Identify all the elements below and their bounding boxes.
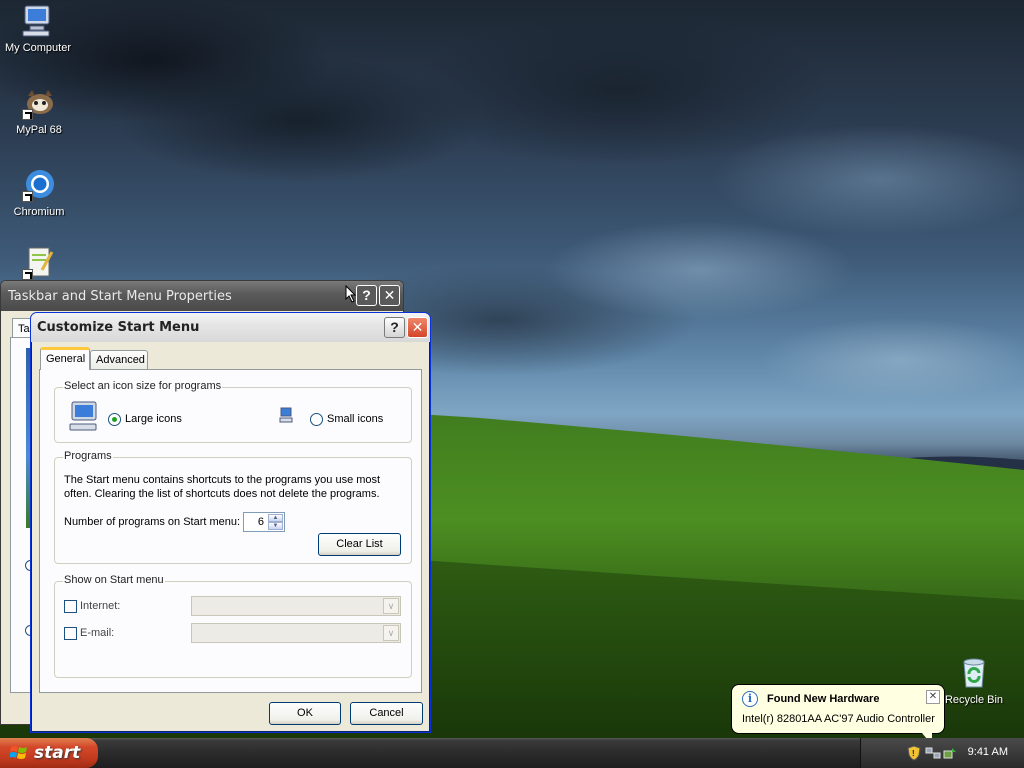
large-icon-preview [69,401,97,431]
start-label: start [34,743,81,763]
program-count-value[interactable]: 6 [258,516,264,528]
stepper-up-button[interactable]: ▲ [268,514,283,522]
tab-panel-general: Select an icon size for programs Large i… [39,369,422,693]
balloon-title: Found New Hardware [767,693,880,705]
desktop-icon-label: My Computer [4,42,72,54]
group-label: Select an icon size for programs [63,380,223,392]
taskbar: start ! 9:41 AM [0,738,1024,768]
tab-label: Ta [18,323,30,335]
tab-advanced[interactable]: Advanced [90,350,148,369]
tab-general[interactable]: General [40,347,90,370]
desktop-icon-label: MyPal 68 [16,124,62,136]
program-count-label: Number of programs on Start menu: [64,516,241,528]
close-button[interactable]: ✕ [407,317,428,338]
mouse-pointer-icon [345,285,357,303]
desktop-icon-label: Recycle Bin [944,694,1004,706]
desktop-icon-chromium[interactable]: Chromium [1,168,77,219]
notepad-plus-plus-icon [22,246,56,280]
safely-remove-hardware-icon[interactable] [943,746,957,760]
window-title: Taskbar and Start Menu Properties [8,289,232,304]
small-icons-radio[interactable] [310,413,323,426]
shortcut-arrow-icon [22,191,33,202]
dialog-titlebar[interactable]: Customize Start Menu ? ✕ [31,313,430,342]
mypal-browser-icon [22,86,56,120]
help-button[interactable]: ? [356,285,377,306]
info-icon: i [742,691,758,707]
balloon-close-button[interactable]: ✕ [926,690,940,704]
internet-dropdown: ∨ [191,596,401,616]
large-icons-label[interactable]: Large icons [125,413,182,425]
programs-description: The Start menu contains shortcuts to the… [64,474,381,500]
clock[interactable]: 9:41 AM [968,746,1008,758]
start-button[interactable]: start [0,738,98,768]
clear-list-button[interactable]: Clear List [318,533,401,556]
group-label: Show on Start menu [63,574,165,586]
dialog-title: Customize Start Menu [37,320,200,335]
chromium-icon [22,168,56,202]
email-checkbox[interactable] [64,627,77,640]
chevron-down-icon: ∨ [383,625,399,641]
recycle-bin-icon [957,656,991,690]
close-button[interactable]: ✕ [379,285,400,306]
chevron-down-icon: ∨ [383,598,399,614]
windows-flag-icon [10,746,27,759]
tab-label: Advanced [96,354,145,366]
shortcut-arrow-icon [22,109,33,120]
computer-icon [21,4,55,38]
shortcut-arrow-icon [22,269,33,280]
icon-size-group: Select an icon size for programs Large i… [54,380,412,443]
svg-text:!: ! [912,749,915,758]
email-dropdown: ∨ [191,623,401,643]
found-new-hardware-balloon[interactable]: i Found New Hardware Intel(r) 82801AA AC… [731,684,945,745]
tab-label: General [46,353,86,365]
program-count-stepper[interactable]: 6 ▲ ▼ [243,512,285,532]
small-icon-preview [279,407,293,423]
radio-dot [112,417,117,422]
desktop-icon-notepad-plus-plus[interactable] [1,246,77,284]
show-on-start-menu-group: Show on Start menu Internet: ∨ E-mail: ∨ [54,574,412,678]
desktop-icon-recycle-bin[interactable]: Recycle Bin [936,656,1012,707]
group-label: Programs [63,450,113,462]
email-label: E-mail: [80,627,115,639]
cancel-button[interactable]: Cancel [350,702,423,725]
internet-label: Internet: [80,600,121,612]
internet-checkbox[interactable] [64,600,77,613]
taskbar-properties-titlebar[interactable]: Taskbar and Start Menu Properties ? ✕ [1,281,403,311]
desktop-icon-my-computer[interactable]: My Computer [0,4,76,55]
ok-button[interactable]: OK [269,702,341,725]
programs-group: Programs The Start menu contains shortcu… [54,450,412,564]
stepper-down-button[interactable]: ▼ [268,522,283,530]
system-tray: ! 9:41 AM [860,738,1024,768]
help-button[interactable]: ? [384,317,405,338]
security-shield-icon[interactable]: ! [907,745,921,761]
large-icons-radio[interactable] [108,413,121,426]
network-icon[interactable] [925,746,941,760]
customize-start-menu-dialog[interactable]: Customize Start Menu ? ✕ General Advance… [30,312,431,733]
desktop-icon-mypal[interactable]: MyPal 68 [1,86,77,137]
balloon-message: Intel(r) 82801AA AC'97 Audio Controller [742,713,935,725]
desktop-icon-label: Chromium [13,206,65,218]
small-icons-label[interactable]: Small icons [327,413,383,425]
